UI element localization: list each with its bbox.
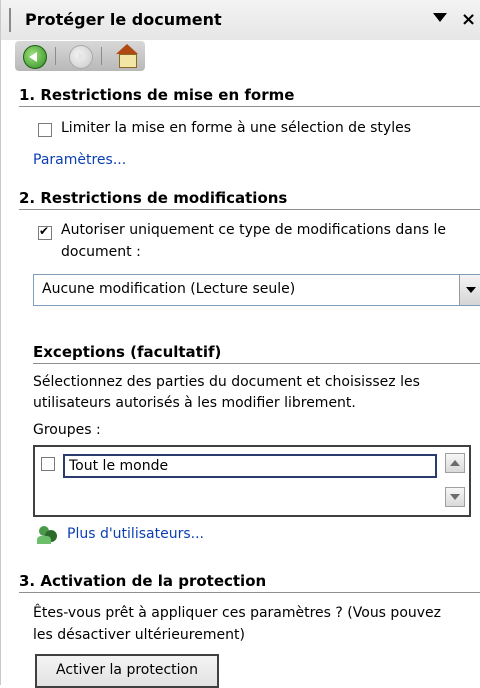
activation-text-line2: les désactiver ultérieurement) (33, 627, 245, 643)
forward-icon[interactable] (69, 45, 93, 69)
allow-editing-label-line2: document : (61, 244, 141, 260)
home-icon[interactable] (115, 44, 139, 68)
editing-restriction-select[interactable]: Aucune modification (Lecture seule) (33, 274, 480, 306)
back-icon[interactable] (23, 45, 47, 69)
section-divider (19, 592, 480, 593)
close-pane-icon[interactable]: × (461, 9, 476, 30)
toolbar-separator (55, 47, 56, 65)
protect-document-pane: Protéger le document × 1. Restrictions d… (0, 0, 480, 688)
scroll-down-icon[interactable] (445, 487, 465, 507)
nav-toolbar (15, 41, 145, 71)
more-users-link[interactable]: Plus d'utilisateurs... (67, 526, 204, 542)
toolbar-separator (101, 47, 102, 65)
allow-editing-type-checkbox[interactable] (38, 224, 52, 240)
pane-title-bar: Protéger le document × (1, 0, 480, 40)
limit-formatting-checkbox[interactable] (38, 123, 52, 137)
section-divider (19, 106, 480, 107)
exceptions-description-line2: utilisateurs autorisés à les modifier li… (33, 395, 356, 411)
chevron-down-icon[interactable] (459, 275, 480, 305)
allow-editing-label-line1: Autoriser uniquement ce type de modifica… (61, 222, 446, 238)
section-divider (19, 209, 480, 210)
pane-title: Protéger le document (25, 10, 222, 29)
section-3-heading: 3. Activation de la protection (19, 572, 267, 590)
section-1-heading: 1. Restrictions de mise en forme (19, 86, 295, 104)
title-bar-edge (9, 8, 17, 32)
editing-restriction-value: Aucune modification (Lecture seule) (42, 281, 296, 297)
activation-text-line1: Êtes-vous prêt à appliquer ces paramètre… (33, 605, 442, 621)
groups-label: Groupes : (33, 422, 101, 438)
activate-protection-button[interactable]: Activer la protection (35, 654, 219, 688)
section-divider (33, 363, 480, 364)
exceptions-description-line1: Sélectionnez des parties du document et … (33, 374, 420, 390)
pane-menu-dropdown-icon[interactable] (433, 13, 447, 22)
section-2-heading: 2. Restrictions de modifications (19, 189, 288, 207)
group-checkbox-everyone[interactable] (41, 457, 55, 471)
exceptions-heading: Exceptions (facultatif) (33, 343, 222, 361)
settings-link[interactable]: Paramètres... (33, 152, 126, 168)
group-item-everyone[interactable]: Tout le monde (63, 454, 437, 478)
groups-list[interactable]: Tout le monde (33, 445, 471, 517)
users-icon (37, 526, 59, 546)
limit-formatting-label: Limiter la mise en forme à une sélection… (61, 120, 411, 136)
scroll-up-icon[interactable] (445, 453, 465, 473)
